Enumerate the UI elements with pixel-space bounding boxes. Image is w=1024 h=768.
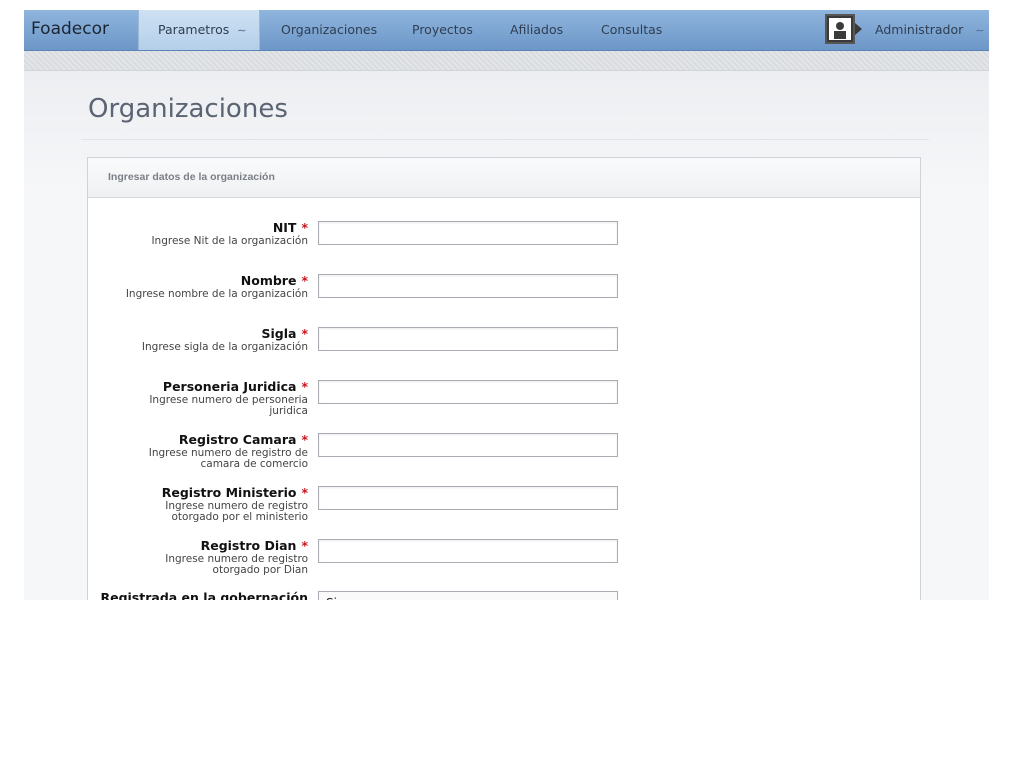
nav-proyectos-label: Proyectos [412, 22, 473, 37]
registro-dian-input[interactable] [318, 539, 618, 563]
nombre-label-text: Nombre [240, 273, 297, 288]
required-marker: * [301, 538, 308, 553]
gobernacion-label: Registrada en la gobernación [78, 590, 308, 600]
registro-camara-help-line: camara de comercio [200, 458, 308, 470]
required-marker: * [301, 273, 308, 288]
personeria-juridica-input[interactable] [318, 380, 618, 404]
required-marker: * [301, 326, 308, 341]
registro-camara-label-text: Registro Camara [178, 432, 297, 447]
nav-afiliados[interactable]: Afiliados [510, 10, 563, 50]
nit-label: NIT * [88, 220, 308, 235]
app-window: Foadecor Parametros ∼ Organizaciones Proy… [24, 10, 989, 600]
chevron-down-icon: ∼ [237, 24, 247, 37]
gobernacion-selected-value: Si [326, 596, 337, 600]
top-navbar: Foadecor Parametros ∼ Organizaciones Proy… [24, 10, 989, 51]
sigla-help-line: Ingrese sigla de la organización [141, 341, 308, 353]
registro-dian-label-text: Registro Dian [200, 538, 297, 553]
panel-title: Ingresar datos de la organización [108, 171, 275, 183]
registro-ministerio-label-text: Registro Ministerio [161, 485, 297, 500]
nombre-help: Ingrese nombre de la organización [108, 289, 308, 300]
registro-dian-help-line: otorgado por Dian [212, 564, 308, 576]
required-marker: * [301, 485, 308, 500]
sigla-help: Ingrese sigla de la organización [108, 342, 308, 353]
nav-consultas[interactable]: Consultas [601, 10, 662, 50]
nit-help-line: Ingrese Nit de la organización [151, 235, 308, 247]
registro-ministerio-label: Registro Ministerio * [88, 485, 308, 500]
nav-parametros-label: Parametros [158, 22, 230, 37]
nav-consultas-label: Consultas [601, 22, 663, 37]
nit-input[interactable] [318, 221, 618, 245]
page-title: Organizaciones [88, 94, 288, 124]
main-content: Organizaciones Ingresar datos de la orga… [24, 71, 989, 600]
brand-logo[interactable]: Foadecor [31, 19, 109, 39]
divider [81, 139, 929, 140]
sigla-label: Sigla * [88, 326, 308, 341]
registro-dian-label: Registro Dian * [88, 538, 308, 553]
personeria-juridica-label-text: Personeria Juridica [162, 379, 297, 394]
personeria-juridica-label: Personeria Juridica * [88, 379, 308, 394]
gobernacion-select[interactable]: Si [318, 591, 618, 600]
nombre-label: Nombre * [88, 273, 308, 288]
registro-camara-help: Ingrese numero de registro de camara de c… [108, 448, 308, 470]
nav-organizaciones[interactable]: Organizaciones [281, 10, 377, 50]
required-marker: * [301, 379, 308, 394]
panel-header: Ingresar datos de la organización [88, 158, 920, 198]
registro-dian-help: Ingrese numero de registro otorgado por D… [108, 554, 308, 576]
sub-toolbar [24, 51, 989, 71]
nombre-input[interactable] [318, 274, 618, 298]
chevron-down-icon: ∼ [975, 24, 985, 37]
nav-parametros[interactable]: Parametros ∼ [138, 10, 260, 50]
user-menu[interactable]: Administrador ∼ [875, 10, 984, 50]
registro-ministerio-help-line: otorgado por el ministerio [171, 511, 308, 523]
registro-ministerio-input[interactable] [318, 486, 618, 510]
personeria-juridica-help: Ingrese numero de personeria juridica [108, 395, 308, 417]
registro-camara-label: Registro Camara * [88, 432, 308, 447]
registro-camara-input[interactable] [318, 433, 618, 457]
gobernacion-label-text: Registrada en la gobernación [100, 590, 308, 600]
nit-label-text: NIT [272, 220, 297, 235]
nav-afiliados-label: Afiliados [510, 22, 564, 37]
nombre-help-line: Ingrese nombre de la organización [125, 288, 308, 300]
sigla-label-text: Sigla [261, 326, 297, 341]
user-avatar-icon[interactable] [825, 14, 855, 44]
required-marker: * [301, 432, 308, 447]
nav-proyectos[interactable]: Proyectos [412, 10, 473, 50]
required-marker: * [301, 220, 308, 235]
registro-ministerio-help: Ingrese numero de registro otorgado por e… [108, 501, 308, 523]
sigla-input[interactable] [318, 327, 618, 351]
avatar-pointer [855, 23, 862, 35]
nit-help: Ingrese Nit de la organización [108, 236, 308, 247]
form-panel: Ingresar datos de la organización NIT * I… [87, 157, 921, 600]
user-menu-label: Administrador [875, 22, 964, 37]
personeria-juridica-help-line: juridica [269, 405, 308, 417]
nav-organizaciones-label: Organizaciones [281, 22, 378, 37]
